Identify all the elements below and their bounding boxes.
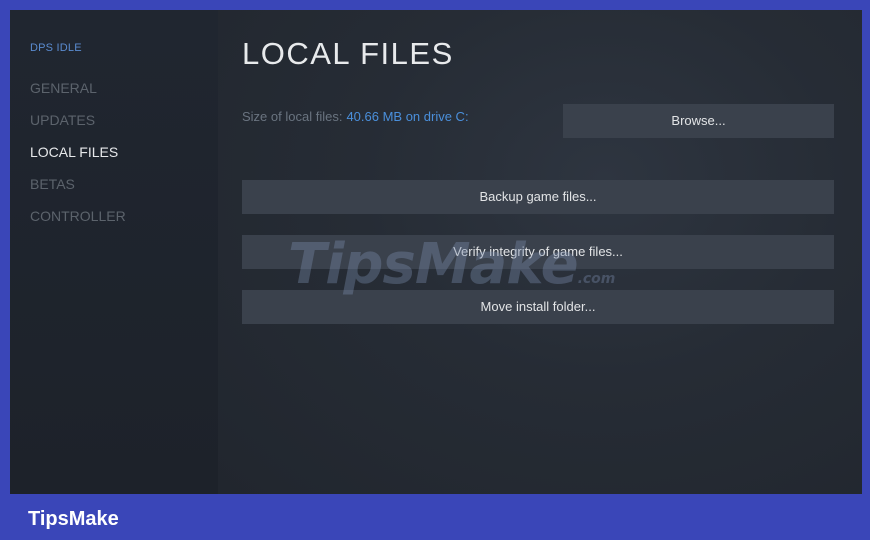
page-title: LOCAL FILES [242, 36, 454, 71]
sidebar-item-betas[interactable]: BETAS [30, 168, 218, 200]
sidebar-item-controller[interactable]: CONTROLLER [30, 200, 218, 232]
sidebar: DPS IDLE GENERAL UPDATES LOCAL FILES BET… [10, 10, 218, 494]
main-panel: LOCAL FILES Size of local files: 40.66 M… [218, 10, 862, 494]
size-label: Size of local files: [242, 108, 343, 124]
browse-button[interactable]: Browse... [563, 104, 834, 138]
footer-brand: TipsMake [28, 508, 119, 530]
sidebar-item-general[interactable]: GENERAL [30, 72, 218, 104]
properties-window: DPS IDLE GENERAL UPDATES LOCAL FILES BET… [10, 10, 862, 494]
backup-game-files-button[interactable]: Backup game files... [242, 180, 834, 214]
verify-integrity-button[interactable]: Verify integrity of game files... [242, 235, 834, 269]
sidebar-item-updates[interactable]: UPDATES [30, 104, 218, 136]
game-name: DPS IDLE [30, 42, 82, 54]
move-install-folder-button[interactable]: Move install folder... [242, 290, 834, 324]
size-value: 40.66 MB on drive C: [346, 108, 469, 124]
sidebar-item-local-files[interactable]: LOCAL FILES [30, 136, 218, 168]
action-buttons: Backup game files... Verify integrity of… [242, 180, 834, 324]
